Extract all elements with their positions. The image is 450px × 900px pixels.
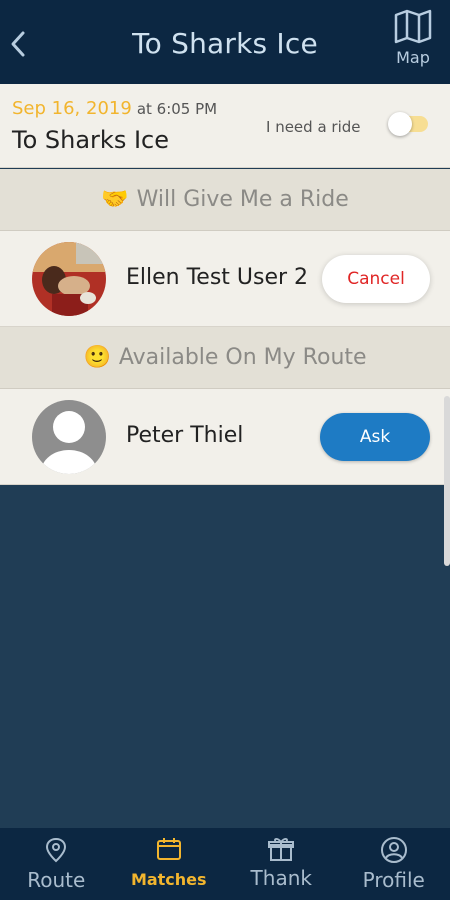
need-ride-toggle[interactable] bbox=[388, 112, 428, 136]
need-ride-label: I need a ride bbox=[266, 118, 361, 136]
smiley-icon: 🙂 bbox=[83, 345, 111, 370]
list-item: Peter Thiel Ask bbox=[0, 389, 450, 485]
tab-profile[interactable]: Profile bbox=[338, 828, 450, 900]
trip-info: Sep 16, 2019 at 6:05 PM To Sharks Ice I … bbox=[0, 84, 450, 168]
tab-label: Thank bbox=[250, 866, 312, 890]
map-icon bbox=[394, 9, 432, 44]
calendar-icon bbox=[156, 838, 181, 860]
avatar bbox=[32, 400, 106, 474]
map-button[interactable]: Map bbox=[390, 8, 436, 76]
ask-button[interactable]: Ask bbox=[320, 413, 430, 461]
trip-title: To Sharks Ice bbox=[12, 126, 169, 154]
tab-route[interactable]: Route bbox=[0, 828, 113, 900]
page-title: To Sharks Ice bbox=[132, 27, 318, 60]
section-header-available: 🙂 Available On My Route bbox=[0, 327, 450, 389]
gift-icon bbox=[268, 838, 295, 861]
cancel-button[interactable]: Cancel bbox=[322, 255, 430, 303]
section-label: Available On My Route bbox=[118, 345, 367, 370]
handshake-icon: 🤝 bbox=[101, 187, 129, 212]
user-circle-icon bbox=[380, 837, 407, 863]
avatar bbox=[32, 242, 106, 316]
section-header-give-ride: 🤝 Will Give Me a Ride bbox=[0, 169, 450, 231]
avatar-photo bbox=[32, 242, 106, 316]
trip-time: at 6:05 PM bbox=[136, 100, 218, 118]
tab-label: Route bbox=[27, 868, 86, 892]
section-label: Will Give Me a Ride bbox=[136, 187, 349, 212]
default-avatar-icon bbox=[32, 400, 106, 474]
tab-matches[interactable]: Matches bbox=[113, 828, 226, 900]
rider-name: Ellen Test User 2 bbox=[126, 265, 309, 290]
tab-bar: Route Matches Thank Profile bbox=[0, 828, 450, 900]
map-label: Map bbox=[396, 48, 430, 67]
nav-header: To Sharks Ice Map bbox=[0, 0, 450, 84]
tab-label: Matches bbox=[130, 870, 207, 889]
trip-date: Sep 16, 2019 bbox=[12, 98, 132, 119]
scrollbar[interactable] bbox=[444, 396, 450, 566]
tab-label: Profile bbox=[362, 868, 425, 892]
user-name: Peter Thiel bbox=[126, 423, 244, 448]
trip-datetime: Sep 16, 2019 at 6:05 PM bbox=[12, 98, 217, 119]
tab-thank[interactable]: Thank bbox=[225, 828, 338, 900]
list-item: Ellen Test User 2 Cancel bbox=[0, 231, 450, 327]
map-pin-icon bbox=[46, 837, 67, 863]
toggle-knob bbox=[388, 112, 412, 136]
